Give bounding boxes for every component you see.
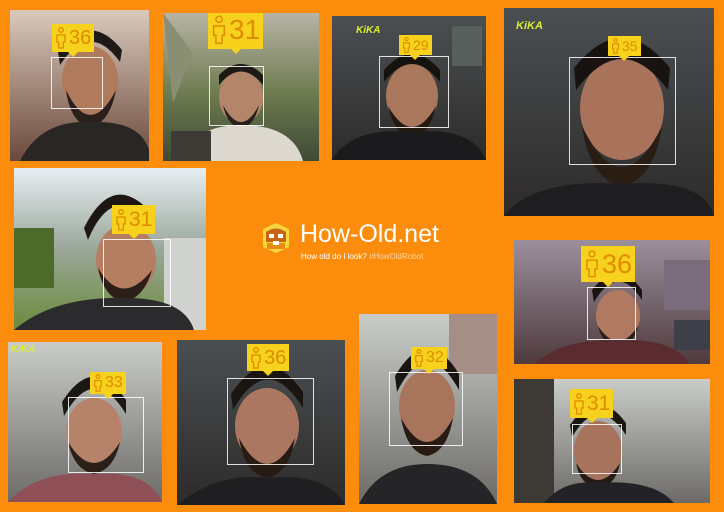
age-value: 32 [426,349,444,366]
age-tag: 36 [52,24,95,57]
photo-tile-2: 31 [163,13,319,161]
face-detection-box [572,424,622,474]
age-tag: 32 [411,347,447,374]
age-tag: 31 [112,205,156,239]
person-icon [612,38,619,54]
app-title: How-Old.net [300,220,439,248]
person-icon [251,346,261,369]
hashtag-link[interactable]: #HowOldRobot [369,252,423,261]
person-icon [56,27,66,49]
age-value: 29 [413,37,429,53]
person-icon [574,392,584,415]
age-tag: 36 [247,344,290,376]
photo-tile-1: 36 [10,10,149,161]
age-tag: 31 [570,389,614,423]
photo-tile-6: 36 [514,240,710,364]
how-old-branding: How-Old.net How old do I look? #HowOldRo… [258,218,478,278]
person-icon [586,250,598,278]
age-tag: 29 [399,35,432,60]
robot-face-logo [263,223,289,253]
face-detection-box [68,397,144,473]
app-tagline: How old do I look? #HowOldRobot [301,252,423,261]
face-detection-box [209,66,264,126]
face-detection-box [587,287,636,340]
age-value: 31 [229,14,261,45]
kika-watermark: KiKA [11,344,36,355]
photo-tile-3: KiKA 29 [332,16,486,160]
person-icon [415,349,423,367]
kika-watermark: KiKA [356,25,381,36]
person-icon [94,374,102,392]
face-detection-box [227,378,314,465]
age-tag: 36 [581,246,636,287]
kika-watermark: KiKA [516,20,543,32]
age-value: 35 [622,38,638,54]
photo-tile-9: 32 [359,314,497,504]
age-value: 36 [69,27,92,49]
face-detection-box [379,56,449,128]
photo-tile-7: KiKA 33 [8,342,162,502]
person-icon [403,37,410,53]
face-detection-box [569,57,676,165]
age-value: 31 [129,208,153,231]
face-detection-box [389,372,463,446]
person-icon [212,15,226,45]
face-detection-box [103,239,171,307]
photo-tile-5: 31 [14,168,206,330]
age-tag: 33 [90,372,126,399]
age-value: 36 [602,248,633,279]
age-value: 33 [105,374,123,391]
face-detection-box [51,57,103,109]
age-tag: 35 [608,36,641,61]
photo-tile-8: 36 [177,340,345,505]
tagline-text: How old do I look? [301,252,367,261]
person-icon [116,208,126,231]
age-value: 31 [587,392,611,415]
photo-tile-4: KiKA 35 [504,8,714,216]
age-value: 36 [264,346,287,369]
age-tag: 31 [208,13,264,54]
photo-tile-10: 31 [514,379,710,503]
